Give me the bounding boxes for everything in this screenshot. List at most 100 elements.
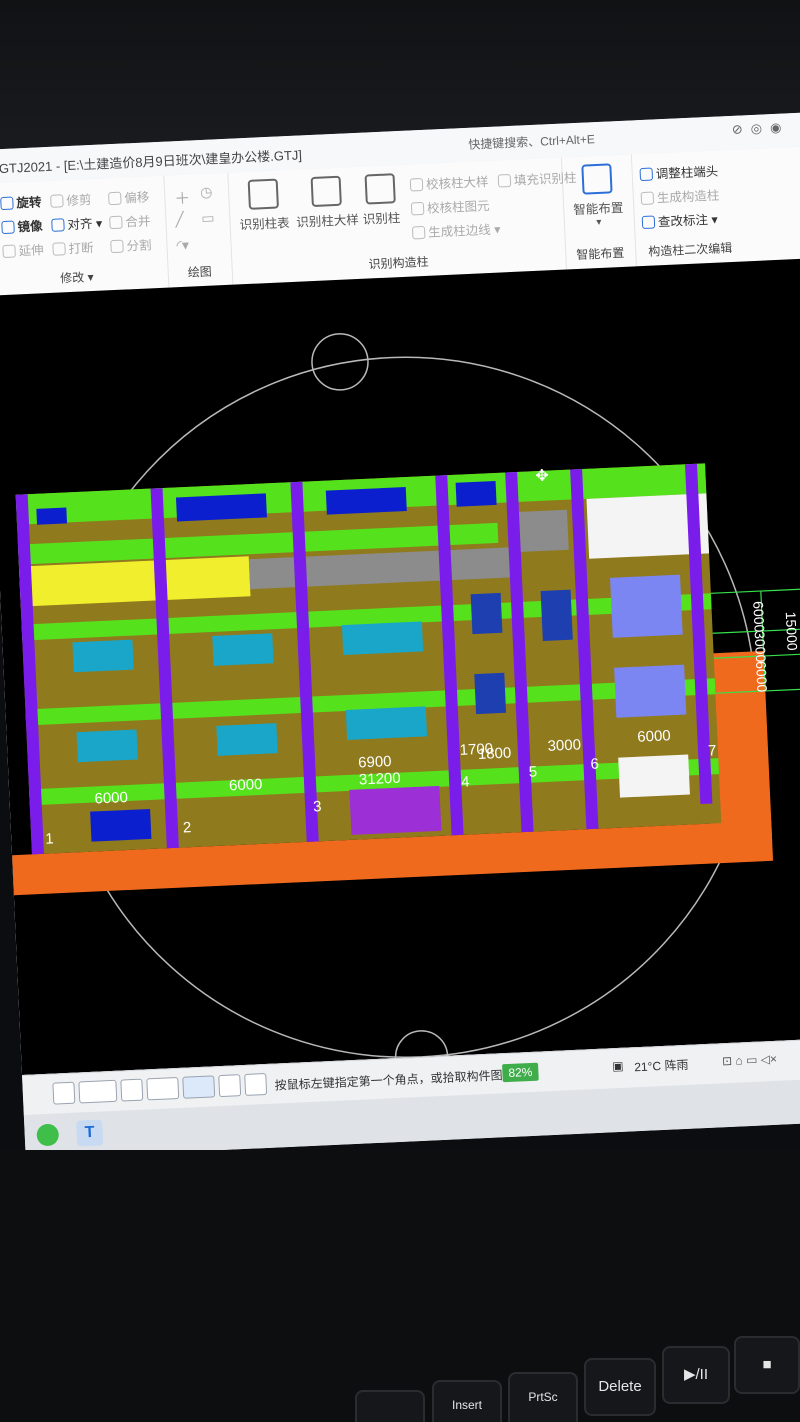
check-detail-icon [409, 177, 424, 192]
group-modify-label: 修改 ▾ [59, 269, 94, 286]
window-5 [72, 639, 134, 673]
gen-edge-label: 生成柱边线 [427, 222, 491, 240]
axis-7: 7 [708, 742, 717, 759]
recognize-col-button[interactable]: 识别柱 [358, 173, 404, 228]
gen-col-icon [640, 191, 655, 206]
split-icon [110, 239, 124, 254]
insert-key-label: Insert [451, 1398, 482, 1412]
gen-edge-icon [411, 225, 426, 240]
detail-icon [310, 175, 342, 208]
help-icon[interactable]: ◉ [770, 120, 782, 136]
gen-edge-button[interactable]: 生成柱边线 ▾ [411, 218, 501, 241]
check-elem-button[interactable]: 校核柱图元 [410, 195, 490, 218]
recognize-col-detail-button[interactable]: 识别柱大样 [294, 175, 360, 231]
group-edit2: 调整柱端头 生成构造柱 查改标注 ▾ 构造柱二次编辑 [631, 149, 746, 266]
zoom-badge: 82% [502, 1062, 539, 1083]
close-icon[interactable] [120, 1078, 144, 1102]
rect-draw-icon[interactable]: ▭ [201, 209, 215, 227]
user-icon[interactable]: ◎ [750, 121, 762, 137]
snap-toggle-icon[interactable] [78, 1079, 118, 1104]
prtsc-key-label: PrtSc [528, 1390, 558, 1404]
extend-button[interactable]: 延伸 [2, 239, 44, 260]
insert-key[interactable]: Insert [432, 1380, 502, 1422]
cursor-icon: ✥ [535, 468, 549, 486]
tray-icons[interactable]: ⊡ ⌂ ▭ ◁× [722, 1052, 777, 1068]
split-label: 分割 [126, 238, 152, 254]
app-green-icon[interactable] [36, 1123, 60, 1147]
calc-key[interactable] [355, 1390, 425, 1422]
window-9 [216, 723, 278, 756]
gtj-app-icon[interactable]: T [76, 1119, 104, 1147]
drawing-canvas[interactable]: 6000 6000 6900 31200 1700 1800 3000 6000… [0, 256, 800, 1076]
orbit-handle-top[interactable] [311, 333, 369, 391]
group-smart-label: 智能布置 [576, 245, 625, 263]
stop-key[interactable]: ■ [734, 1336, 800, 1394]
right-dim-15000: 15000 [783, 611, 800, 651]
stop-icon: ■ [762, 1356, 772, 1373]
right-dim-6000: 6000 [750, 601, 767, 633]
recognize-col-table-button[interactable]: 识别柱表 [236, 178, 292, 233]
door-1 [349, 785, 442, 835]
window-12 [474, 672, 507, 715]
align-button[interactable]: 对齐 ▾ [51, 213, 103, 234]
window-11 [470, 592, 503, 635]
play-pause-key[interactable]: ▶/II [662, 1346, 730, 1404]
axis-2: 2 [183, 819, 192, 836]
minimize-icon[interactable]: ⊘ [731, 121, 743, 137]
rotate-label: 旋转 [16, 195, 42, 211]
check-detail-button[interactable]: 校核柱大样 [409, 171, 489, 194]
offset-icon [108, 191, 122, 206]
mirror-icon [1, 220, 15, 235]
trim-label: 修剪 [66, 193, 92, 209]
smart-btn-label: 智能布置 [573, 200, 624, 218]
delete-key[interactable]: Delete [584, 1358, 656, 1416]
window-16 [90, 808, 152, 842]
check-detail-label: 校核柱大样 [425, 174, 489, 192]
axis-4: 4 [461, 773, 470, 790]
arc-draw-icon[interactable]: ◜▾ [176, 237, 189, 255]
check-elem-icon [410, 201, 425, 216]
group-smart: 智能布置 ▾ 智能布置 [560, 154, 637, 270]
align-label: 对齐 [67, 216, 93, 233]
rotate-point-icon[interactable]: ◷ [200, 184, 213, 202]
right-dim-6000b: 6000 [753, 661, 770, 693]
window-6 [212, 633, 274, 666]
split-button[interactable]: 分割 [110, 234, 152, 255]
status-prompt: 按鼠标左键指定第一个角点，或拾取构件图元 [274, 1067, 515, 1093]
axis-6: 6 [590, 756, 599, 773]
app-window: GTJ2021 - [E:\土建造价8月9日班次\建皇办公楼.GTJ] 快捷键搜… [0, 110, 800, 1159]
angle-toggle-icon[interactable] [146, 1076, 180, 1101]
mirror-button[interactable]: 镜像 [1, 215, 43, 236]
col-detail-label: 识别柱大样 [296, 212, 360, 230]
adjust-head-button[interactable]: 调整柱端头 [639, 161, 719, 184]
offset-label: 偏移 [124, 190, 150, 206]
pointer-toggle-icon[interactable] [244, 1072, 268, 1096]
mark-button[interactable]: 查改标注 ▾ [641, 209, 718, 231]
ortho-toggle-icon[interactable] [52, 1081, 76, 1105]
window-8 [76, 729, 138, 763]
dim-6000-2: 6000 [229, 776, 263, 794]
rotate-button[interactable]: 旋转 [0, 191, 42, 212]
smart-layout-button[interactable]: 智能布置 ▾ [569, 163, 626, 229]
laptop-keyboard: Insert PrtSc Delete ▶/II ■ [0, 1150, 800, 1422]
offset-button[interactable]: 偏移 [108, 186, 150, 207]
building-view-svg[interactable]: 6000 6000 6900 31200 1700 1800 3000 6000… [0, 257, 800, 1076]
break-button[interactable]: 打断 [52, 237, 94, 258]
merge-label: 合并 [125, 214, 151, 230]
group-draw: ＋ ◷ ╱ ▭ ◜▾ 绘图 [163, 172, 234, 288]
prtsc-key[interactable]: PrtSc [508, 1372, 578, 1422]
adjust-head-label: 调整柱端头 [655, 164, 719, 182]
gen-col-label: 生成构造柱 [656, 188, 720, 206]
layer-toggle-icon[interactable] [218, 1074, 242, 1098]
line-draw-icon[interactable]: ╱ [175, 211, 184, 228]
point-draw-icon[interactable]: ＋ [174, 185, 191, 210]
merge-button[interactable]: 合并 [109, 210, 151, 231]
break-icon [52, 242, 66, 256]
quick-search-input[interactable]: 快捷键搜索、Ctrl+Alt+E [468, 130, 595, 153]
window-10 [345, 706, 428, 740]
gen-col-button[interactable]: 生成构造柱 [640, 185, 720, 208]
trim-button[interactable]: 修剪 [50, 189, 92, 210]
window-14 [610, 574, 683, 638]
window-1 [36, 507, 68, 525]
dynamic-input-icon[interactable] [182, 1075, 216, 1099]
